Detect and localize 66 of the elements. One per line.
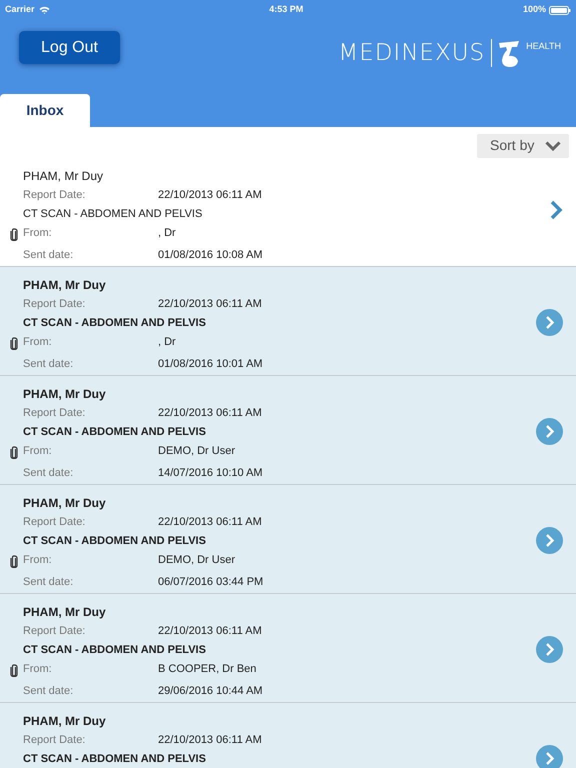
battery-label: 100% (522, 3, 546, 16)
chevron-circle-icon (536, 309, 563, 336)
sort-button[interactable]: Sort by (477, 134, 569, 158)
chevron-circle-icon (536, 527, 563, 554)
from-label: From: (23, 226, 53, 242)
tab[interactable]: Inbox (0, 94, 90, 127)
sent-date-label: Sent date: (23, 357, 74, 372)
report-date-label: Report Date: (23, 406, 86, 422)
from-value: , Dr (158, 335, 176, 350)
from-value: DEMO, Dr User (158, 444, 235, 460)
message-row[interactable]: PHAM, Mr Duy Report Date: 22/10/2013 06:11 AM CT SCAN - ABDOMEN AND PELVIS From: , Dr Sent date: 01/08/2016 10:01 AM (0, 267, 576, 376)
chevron-circle-icon (536, 636, 563, 663)
sent-date-label: Sent date: (23, 466, 74, 482)
report-date-value: 22/10/2013 06:11 AM (158, 515, 262, 530)
chevron-right-icon (549, 200, 563, 220)
sent-date-value: 29/06/2016 10:44 AM (158, 684, 263, 700)
logout-button[interactable]: Log Out (19, 31, 120, 64)
sent-date-label: Sent date: (23, 248, 74, 264)
logo-wordmark: MEDINEXUS (338, 40, 486, 66)
sent-date-value: 06/07/2016 03:44 PM (158, 575, 264, 590)
patient-name: PHAM, Mr Duy (23, 277, 107, 294)
report-date-value: 22/10/2013 06:11 AM (158, 733, 262, 748)
sent-date-label: Sent date: (23, 575, 74, 590)
patient-name: PHAM, Mr Duy (23, 495, 107, 512)
from-value: DEMO, Dr User (158, 553, 235, 568)
sent-date-value: 01/08/2016 10:01 AM (158, 357, 263, 372)
chevron-circle-icon (536, 418, 563, 445)
study-title: CT SCAN - ABDOMEN AND PELVIS (23, 752, 206, 767)
study-title: CT SCAN - ABDOMEN AND PELVIS (23, 425, 206, 440)
chevron-down-icon (545, 140, 561, 150)
patient-name: PHAM, Mr Duy (23, 386, 107, 403)
message-row[interactable]: PHAM, Mr Duy Report Date: 22/10/2013 06:11 AM CT SCAN - ABDOMEN AND PELVIS From: DEMO, Dr User Sent date: 06/07/2016 03:44 PM (0, 485, 576, 594)
sent-date-label: Sent date: (23, 684, 74, 700)
study-title: CT SCAN - ABDOMEN AND PELVIS (23, 207, 202, 222)
study-title: CT SCAN - ABDOMEN AND PELVIS (23, 316, 206, 331)
from-value: B COOPER, Dr Ben (158, 662, 256, 678)
patient-name: PHAM, Mr Duy (23, 168, 104, 185)
from-value: , Dr (158, 226, 176, 242)
sent-date-value: 01/08/2016 10:08 AM (158, 248, 263, 264)
report-date-label: Report Date: (23, 515, 86, 530)
patient-name: PHAM, Mr Duy (23, 604, 107, 621)
report-date-value: 22/10/2013 06:11 AM (158, 297, 262, 312)
from-label: From: (23, 662, 53, 678)
message-row[interactable]: PHAM, Mr Duy Report Date: 22/10/2013 06:11 AM CT SCAN - ABDOMEN AND PELVIS From: DEMO, Dr User Sent date: 14/07/2016 10:10 AM (0, 376, 576, 485)
report-date-value: 22/10/2013 06:11 AM (158, 624, 262, 640)
message-row[interactable]: PHAM, Mr Duy Report Date: 22/10/2013 06:11 AM CT SCAN - ABDOMEN AND PELVIS From: B COOPER, Dr Ben Sent date: 29/06/2016 10:44 AM (0, 594, 576, 703)
logo-mark-icon (498, 40, 520, 68)
report-date-value: 22/10/2013 06:11 AM (158, 406, 262, 422)
study-title: CT SCAN - ABDOMEN AND PELVIS (23, 643, 206, 658)
logo-subtitle: HEALTH (526, 41, 561, 51)
report-date-label: Report Date: (23, 297, 86, 312)
patient-name: PHAM, Mr Duy (23, 713, 107, 730)
study-title: CT SCAN - ABDOMEN AND PELVIS (23, 534, 206, 549)
report-date-label: Report Date: (23, 624, 86, 640)
from-label: From: (23, 335, 53, 350)
message-row[interactable]: PHAM, Mr Duy Report Date: 22/10/2013 06:11 AM CT SCAN - ABDOMEN AND PELVIS (0, 703, 576, 768)
report-date-value: 22/10/2013 06:11 AM (158, 188, 262, 204)
sent-date-value: 14/07/2016 10:10 AM (158, 466, 263, 482)
wifi-icon (38, 6, 50, 14)
from-label: From: (23, 444, 53, 460)
carrier-label: Carrier (5, 3, 35, 16)
report-date-label: Report Date: (23, 733, 86, 748)
report-date-label: Report Date: (23, 188, 86, 204)
battery-icon (548, 6, 571, 14)
clock-label: 4:53 PM (269, 3, 304, 16)
from-label: From: (23, 553, 53, 568)
